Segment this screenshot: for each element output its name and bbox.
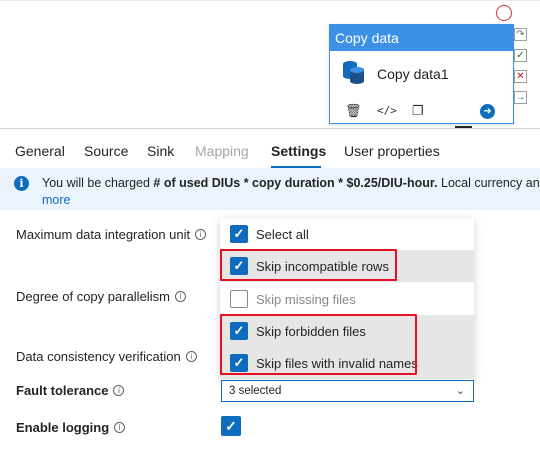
highlight-box-forbidden-invalid [220, 314, 417, 375]
info-text-suffix: Local currency and [437, 176, 540, 190]
enable-logging-checkbox[interactable]: ✓ [221, 416, 241, 436]
option-label: Skip missing files [256, 292, 356, 307]
consistency-label-text: Data consistency verification [16, 349, 181, 364]
fault-tolerance-label-text: Fault tolerance [16, 383, 109, 398]
info-text-prefix: You will be charged [42, 176, 154, 190]
failure-output-icon[interactable]: ✕ [514, 70, 527, 83]
option-label: Select all [256, 227, 309, 242]
parallelism-info-icon[interactable]: i [174, 291, 186, 302]
option-select-all[interactable]: ✓ Select all [220, 218, 474, 250]
delete-icon[interactable]: 🗑 [345, 103, 362, 119]
copy-data-activity[interactable]: Copy data Copy data1 🗑 </> ❐ ➜ [329, 24, 514, 124]
consistency-info-icon[interactable]: i [185, 351, 197, 362]
option-skip-missing-files[interactable]: Skip missing files [220, 283, 474, 315]
parallelism-label: Degree of copy parallelism i [16, 289, 186, 304]
diu-label: Maximum data integration unit i [16, 227, 207, 242]
code-icon[interactable]: </> [377, 103, 397, 119]
more-link[interactable]: more [42, 193, 70, 207]
database-icon [343, 61, 364, 84]
activity-type-label: Copy data [330, 25, 513, 51]
consistency-label: Data consistency verification i [16, 349, 197, 364]
activity-output-icons: ↷ ✓ ✕ → [514, 28, 528, 112]
tab-general[interactable]: General [15, 143, 65, 159]
fault-tolerance-info-icon[interactable]: i [113, 385, 125, 396]
fault-tolerance-label: Fault tolerance i [16, 383, 125, 398]
completion-output-icon[interactable]: → [514, 91, 527, 104]
select-value: 3 selected [229, 385, 282, 397]
tab-settings[interactable]: Settings [271, 143, 326, 159]
checkbox-unchecked-icon[interactable] [230, 290, 248, 308]
diu-label-text: Maximum data integration unit [16, 227, 191, 242]
enable-logging-label: Enable logging i [16, 420, 126, 435]
properties-tabs: General Source Sink Mapping Settings Use… [0, 128, 540, 168]
diu-info-icon[interactable]: i [195, 229, 207, 240]
tab-user-properties[interactable]: User properties [344, 143, 440, 159]
info-text-formula: # of used DIUs * copy duration * $0.25/D… [153, 176, 438, 190]
info-icon: i [14, 176, 29, 191]
pricing-info-text: You will be charged # of used DIUs * cop… [42, 176, 540, 190]
pipeline-canvas[interactable]: Copy data Copy data1 🗑 </> ❐ ➜ ↷ ✓ ✕ → [0, 0, 540, 128]
tab-source[interactable]: Source [84, 143, 128, 159]
pricing-info-bar: i You will be charged # of used DIUs * c… [0, 168, 540, 210]
parallelism-label-text: Degree of copy parallelism [16, 289, 170, 304]
skip-output-icon[interactable]: ↷ [514, 28, 527, 41]
arrow-right-icon[interactable]: ➜ [480, 104, 495, 119]
clone-icon[interactable]: ❐ [412, 103, 424, 119]
tab-mapping: Mapping [195, 143, 249, 159]
tab-sink[interactable]: Sink [147, 143, 174, 159]
chevron-down-icon: ⌄ [455, 385, 465, 397]
activity-name: Copy data1 [377, 66, 449, 82]
highlight-box-incompatible-rows [220, 249, 397, 281]
status-circle-icon [496, 5, 512, 21]
checkbox-checked-icon[interactable]: ✓ [230, 225, 248, 243]
canvas-border [0, 0, 540, 1]
enable-logging-info-icon[interactable]: i [114, 422, 126, 433]
fault-tolerance-select[interactable]: 3 selected ⌄ [221, 380, 474, 402]
enable-logging-label-text: Enable logging [16, 420, 110, 435]
success-output-icon[interactable]: ✓ [514, 49, 527, 62]
